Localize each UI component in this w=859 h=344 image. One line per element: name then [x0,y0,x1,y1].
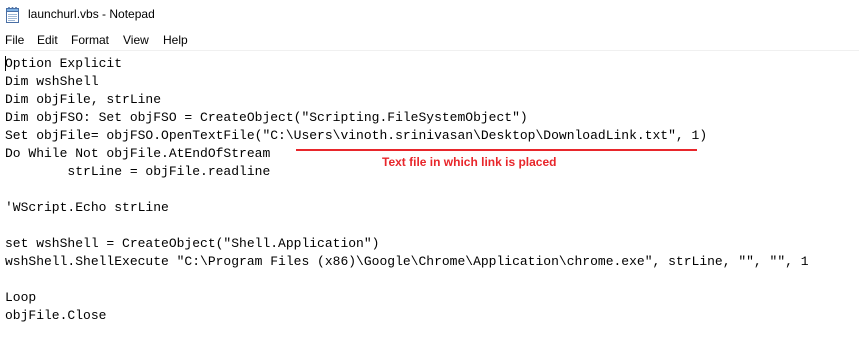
notepad-window: launchurl.vbs - Notepad File Edit Format… [0,0,859,344]
annotation-label: Text file in which link is placed [382,155,557,169]
code-line: objFile.Close [5,308,107,323]
menu-view[interactable]: View [123,33,149,47]
code-line: Dim wshShell [5,74,99,89]
code-line: wshShell.ShellExecute "C:\Program Files … [5,254,809,269]
notepad-icon [6,7,19,23]
code-line: Set objFile= objFSO.OpenTextFile("C:\Use… [5,128,708,143]
code-line: 'WScript.Echo strLine [5,200,169,215]
annotation-underline [296,149,697,151]
code-line: Option Explicit [5,56,123,71]
code-content[interactable]: Option Explicit Dim wshShell Dim objFile, … [5,55,809,325]
menu-edit[interactable]: Edit [37,33,58,47]
menu-help[interactable]: Help [163,33,188,47]
menu-format[interactable]: Format [71,33,109,47]
code-line: Dim objFile, strLine [5,92,162,107]
code-line: Loop [5,290,37,305]
window-title: launchurl.vbs - Notepad [28,7,155,21]
text-editor[interactable]: Option Explicit Dim wshShell Dim objFile, … [0,51,859,344]
menu-file[interactable]: File [5,33,24,47]
title-bar[interactable]: launchurl.vbs - Notepad [0,0,859,30]
menu-bar: File Edit Format View Help [0,30,859,50]
text-caret [5,56,6,71]
code-line: Dim objFSO: Set objFSO = CreateObject("S… [5,110,528,125]
code-line: set wshShell = CreateObject("Shell.Appli… [5,236,380,251]
